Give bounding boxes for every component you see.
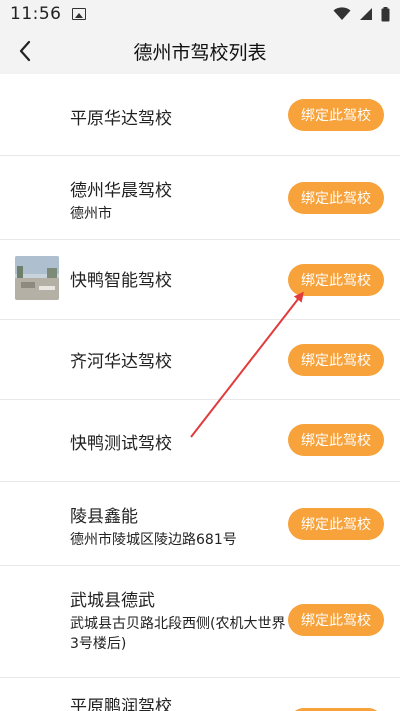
bind-school-button[interactable]: 绑定此驾校 [288, 344, 384, 376]
bind-school-button[interactable]: 绑定此驾校 [288, 424, 384, 456]
bind-school-button[interactable]: 绑定此驾校 [288, 604, 384, 636]
wifi-icon [333, 7, 351, 20]
status-icons [333, 6, 390, 22]
image-icon [71, 8, 86, 20]
school-row: 陵县鑫能 德州市陵城区陵边路681号 绑定此驾校 [0, 482, 400, 566]
bind-school-button[interactable]: 绑定此驾校 [288, 182, 384, 214]
bind-school-button[interactable]: 绑定此驾校 [288, 99, 384, 131]
school-name: 齐河华达驾校 [70, 352, 172, 372]
back-button[interactable] [10, 36, 40, 66]
nav-bar: 德州市驾校列表 [0, 28, 400, 74]
bind-school-button[interactable]: 绑定此驾校 [288, 508, 384, 540]
school-row: 快鸭智能驾校 绑定此驾校 [0, 240, 400, 320]
status-time: 11:56 [10, 4, 62, 24]
school-address: 德州市陵城区陵边路681号 [70, 532, 237, 548]
school-name: 德州华晨驾校 [70, 181, 172, 201]
school-row: 武城县德武 武城县古贝路北段西侧(农机大世界3号楼后) 绑定此驾校 [0, 566, 400, 678]
bind-school-button[interactable]: 绑定此驾校 [288, 264, 384, 296]
chevron-left-icon [19, 40, 31, 62]
school-row: 平原鹏润驾校 绑定此驾校 [0, 678, 400, 711]
school-name: 武城县德武 [70, 591, 155, 611]
school-row: 平原华达驾校 绑定此驾校 [0, 74, 400, 156]
school-row: 齐河华达驾校 绑定此驾校 [0, 320, 400, 400]
school-row: 德州华晨驾校 德州市 绑定此驾校 [0, 156, 400, 240]
school-name: 陵县鑫能 [70, 507, 138, 527]
school-name: 快鸭测试驾校 [70, 434, 172, 454]
school-name: 平原华达驾校 [70, 109, 172, 129]
school-address: 德州市 [70, 206, 112, 222]
battery-icon [381, 6, 390, 21]
school-name: 平原鹏润驾校 [70, 697, 172, 711]
school-address: 武城县古贝路北段西侧(农机大世界3号楼后) [70, 616, 286, 652]
school-row: 快鸭测试驾校 绑定此驾校 [0, 400, 400, 482]
status-bar: 11:56 [0, 0, 400, 28]
school-thumbnail [15, 256, 59, 300]
school-name: 快鸭智能驾校 [70, 271, 172, 291]
cellular-icon [360, 8, 372, 20]
page-title: 德州市驾校列表 [133, 41, 267, 64]
